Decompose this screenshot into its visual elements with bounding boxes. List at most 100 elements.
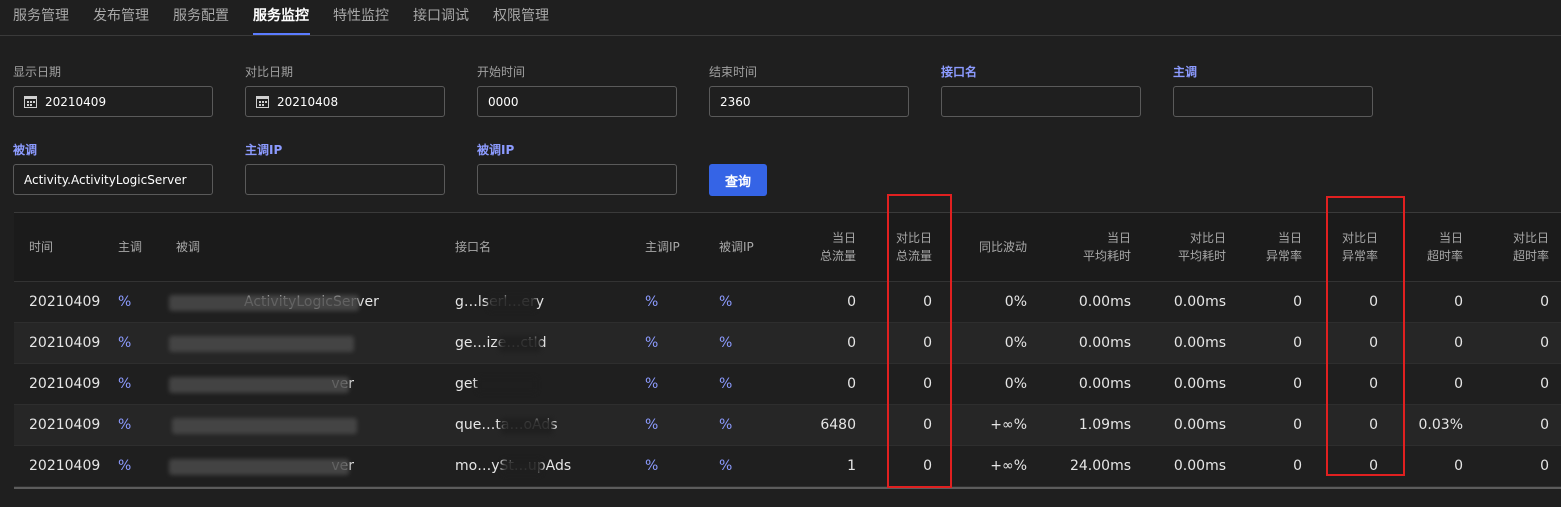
table-row: 20210409%ge…ize…ctId%%000%0.00ms0.00ms00…	[14, 323, 1561, 364]
cell-compare-error-rate: 0	[1369, 376, 1378, 392]
cell-caller-ip[interactable]: %	[645, 417, 658, 433]
cell-caller-ip[interactable]: %	[645, 458, 658, 474]
callee-value: Activity.ActivityLogicServer	[24, 172, 187, 187]
cell-caller-ip[interactable]: %	[645, 335, 658, 351]
header-yoy-change-line: 同比波动	[978, 240, 1027, 254]
table-row: 20210409%vermo…ySt…upAds%%10+∞%24.00ms0.…	[14, 446, 1561, 487]
header-today-total-flow-line: 总流量	[819, 249, 856, 263]
cell-caller[interactable]: %	[118, 335, 131, 351]
cell-compare-avg-latency: 0.00ms	[1173, 417, 1226, 433]
interface-name-input[interactable]	[941, 86, 1141, 117]
cell-callee-ip[interactable]: %	[719, 335, 732, 351]
table-header: 时间 主调 被调 接口名 主调IP 被调IP 当日 总流量 对比日 总流量 同比波动 当日 平均耗时 对比…	[14, 213, 1561, 282]
header-callee: 被调	[176, 238, 200, 256]
header-time-line: 时间	[29, 240, 54, 254]
cell-compare-avg-latency: 0.00ms	[1173, 376, 1226, 392]
tab-permission-management[interactable]: 权限管理	[493, 5, 549, 25]
end-time-input[interactable]: 2360	[709, 86, 909, 117]
header-compare-total-flow-line: 总流量	[895, 249, 932, 263]
cell-yoy-change: 0%	[1004, 376, 1027, 392]
cell-compare-total-flow: 0	[923, 335, 932, 351]
header-compare-timeout-rate: 对比日 超时率	[1513, 229, 1549, 265]
cell-today-total-flow: 6480	[820, 417, 856, 433]
header-caller-ip-line: 主调IP	[645, 240, 680, 254]
cell-compare-error-rate: 0	[1369, 458, 1378, 474]
cell-caller[interactable]: %	[118, 376, 131, 392]
cell-interface-name: get	[455, 376, 478, 392]
caller-ip-label: 主调IP	[245, 143, 283, 157]
cell-caller[interactable]: %	[118, 417, 131, 433]
cell-today-error-rate: 0	[1293, 294, 1302, 310]
start-time-value: 0000	[488, 94, 519, 109]
header-compare-error-rate: 对比日 异常率	[1342, 229, 1378, 265]
callee-input[interactable]: Activity.ActivityLogicServer	[13, 164, 213, 195]
cell-callee-ip[interactable]: %	[719, 458, 732, 474]
tab-service-config[interactable]: 服务配置	[173, 5, 229, 25]
cell-caller-ip[interactable]: %	[645, 294, 658, 310]
cell-today-avg-latency: 0.00ms	[1078, 335, 1131, 351]
caller-input[interactable]	[1173, 86, 1373, 117]
cell-compare-timeout-rate: 0	[1540, 335, 1549, 351]
cell-today-total-flow: 0	[847, 294, 856, 310]
cell-compare-total-flow: 0	[923, 458, 932, 474]
cell-today-timeout-rate: 0	[1454, 458, 1463, 474]
tab-service-management[interactable]: 服务管理	[13, 5, 69, 25]
header-compare-total-flow-line: 对比日	[895, 231, 932, 245]
cell-compare-avg-latency: 0.00ms	[1173, 294, 1226, 310]
active-tab-indicator	[253, 33, 310, 35]
display-date-label: 显示日期	[13, 65, 62, 79]
cell-compare-error-rate: 0	[1369, 417, 1378, 433]
cell-callee-ip[interactable]: %	[719, 376, 732, 392]
header-compare-timeout-rate-line: 对比日	[1512, 231, 1549, 245]
monitoring-table: 时间 主调 被调 接口名 主调IP 被调IP 当日 总流量 对比日 总流量 同比波动 当日 平均耗时 对比…	[14, 212, 1561, 489]
header-time: 时间	[29, 238, 53, 256]
header-compare-total-flow: 对比日 总流量	[896, 229, 932, 265]
tab-service-monitoring[interactable]: 服务监控	[253, 5, 309, 25]
redacted-callee-overlay	[169, 295, 359, 311]
redacted-interface-overlay	[499, 336, 541, 352]
compare-date-label: 对比日期	[245, 65, 294, 79]
redacted-interface-overlay	[477, 377, 537, 393]
end-time-value: 2360	[720, 94, 751, 109]
cell-time: 20210409	[29, 335, 101, 351]
header-callee-ip-line: 被调IP	[719, 240, 754, 254]
compare-date-input[interactable]: 20210408	[245, 86, 445, 117]
cell-compare-avg-latency: 0.00ms	[1173, 335, 1226, 351]
cell-compare-timeout-rate: 0	[1540, 376, 1549, 392]
cell-compare-error-rate: 0	[1369, 335, 1378, 351]
header-today-timeout-rate-line: 当日	[1438, 231, 1463, 245]
cell-today-avg-latency: 0.00ms	[1078, 376, 1131, 392]
header-today-error-rate-line: 当日	[1277, 231, 1302, 245]
cell-today-avg-latency: 24.00ms	[1069, 458, 1131, 474]
header-yoy-change: 同比波动	[979, 238, 1027, 256]
tab-release-management[interactable]: 发布管理	[93, 5, 149, 25]
cell-caller-ip[interactable]: %	[645, 376, 658, 392]
header-caller: 主调	[118, 238, 142, 256]
cell-compare-error-rate: 0	[1369, 294, 1378, 310]
redacted-callee-overlay	[169, 336, 354, 352]
header-today-total-flow-line: 当日	[831, 231, 856, 245]
display-date-value: 20210409	[45, 94, 107, 109]
header-compare-avg-latency-line: 对比日	[1189, 231, 1226, 245]
header-interface-name-line: 接口名	[455, 240, 492, 254]
cell-caller[interactable]: %	[118, 458, 131, 474]
cell-caller[interactable]: %	[118, 294, 131, 310]
start-time-input[interactable]: 0000	[477, 86, 677, 117]
redacted-callee-overlay	[169, 377, 349, 393]
query-button[interactable]: 查询	[709, 164, 767, 196]
table-row: 20210409%ActivityLogicServerg…lserl…ery%…	[14, 282, 1561, 323]
cell-callee-ip[interactable]: %	[719, 294, 732, 310]
callee-ip-input[interactable]	[477, 164, 677, 195]
cell-today-timeout-rate: 0	[1454, 376, 1463, 392]
caller-ip-input[interactable]	[245, 164, 445, 195]
tab-feature-monitoring[interactable]: 特性监控	[333, 5, 389, 25]
display-date-input[interactable]: 20210409	[13, 86, 213, 117]
redacted-callee-overlay	[172, 418, 357, 434]
cell-today-error-rate: 0	[1293, 417, 1302, 433]
cell-callee-ip[interactable]: %	[719, 417, 732, 433]
header-interface-name: 接口名	[455, 238, 491, 256]
header-compare-error-rate-line: 异常率	[1341, 249, 1378, 263]
tab-interface-debug[interactable]: 接口调试	[413, 5, 469, 25]
redacted-callee-overlay	[169, 459, 349, 475]
header-today-avg-latency-line: 当日	[1106, 231, 1131, 245]
